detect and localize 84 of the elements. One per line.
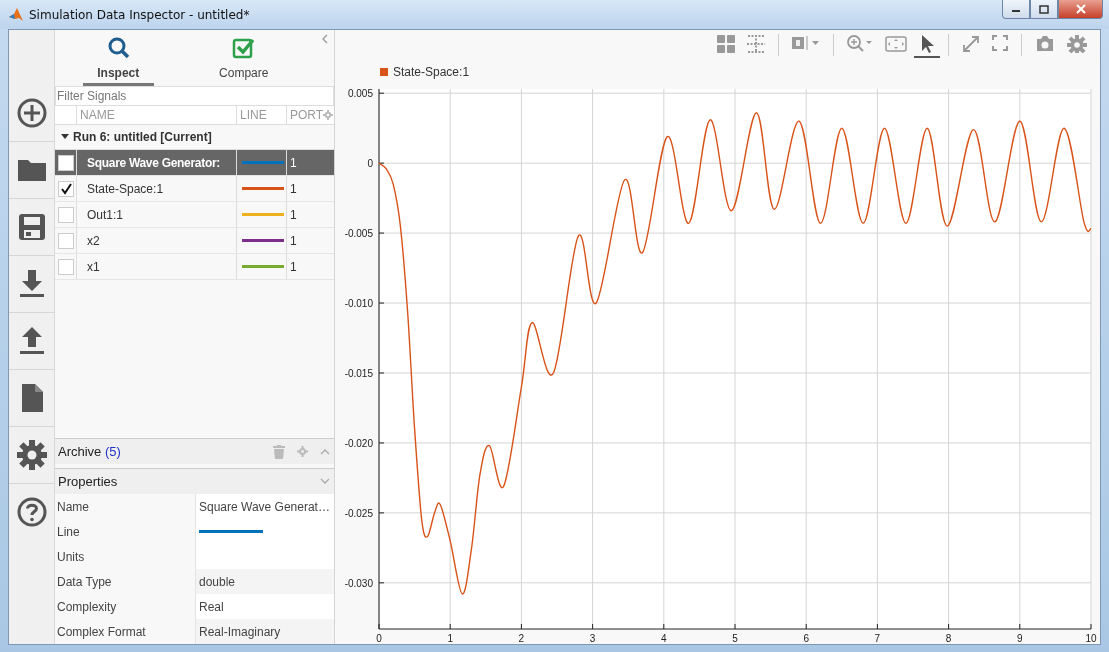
x-tick-label: 2 bbox=[518, 633, 525, 642]
port-number: 1 bbox=[290, 181, 297, 196]
y-tick-label: -0.025 bbox=[344, 507, 373, 519]
maximize-icon bbox=[1039, 4, 1049, 14]
signal-name: x1 bbox=[87, 259, 100, 274]
signal-name: Square Wave Generator: bbox=[87, 155, 220, 170]
property-name: Data Type bbox=[57, 574, 112, 589]
camera-icon bbox=[1035, 35, 1055, 53]
x-tick-label: 7 bbox=[874, 633, 881, 642]
help-icon[interactable] bbox=[15, 496, 48, 528]
signal-name: Out1:1 bbox=[87, 207, 124, 222]
y-tick-label: -0.020 bbox=[344, 437, 373, 449]
close-icon bbox=[1075, 4, 1086, 14]
chevron-icon[interactable] bbox=[320, 448, 330, 455]
search-icon bbox=[106, 36, 130, 59]
property-name: Units bbox=[57, 549, 85, 564]
x-tick-label: 10 bbox=[1085, 633, 1097, 642]
subplot-icon bbox=[792, 35, 820, 53]
x-tick-label: 9 bbox=[1017, 633, 1023, 642]
window-title: Simulation Data Inspector - untitled* bbox=[29, 7, 250, 22]
signal-row[interactable]: x1 1 bbox=[55, 254, 334, 280]
y-tick-label: 0 bbox=[367, 158, 373, 170]
x-tick-label: 4 bbox=[661, 633, 667, 642]
y-tick-label: -0.010 bbox=[344, 298, 373, 310]
chevron-icon[interactable] bbox=[320, 478, 330, 485]
run-label[interactable]: Run 6: untitled [Current] bbox=[73, 130, 212, 144]
checkbox[interactable] bbox=[57, 206, 74, 223]
property-name: Complexity bbox=[57, 599, 117, 614]
property-value: Square Wave Generat… bbox=[199, 499, 330, 514]
cursor-icon bbox=[919, 35, 935, 53]
checkbox-icon bbox=[232, 36, 256, 59]
properties-header[interactable]: Properties bbox=[55, 468, 334, 494]
close-button[interactable] bbox=[1058, 0, 1103, 19]
x-tick-label: 5 bbox=[732, 633, 738, 642]
property-value: Real bbox=[199, 599, 224, 614]
collapse-icon[interactable] bbox=[321, 34, 329, 44]
archive-header[interactable]: Archive (5) bbox=[55, 438, 334, 464]
signal-row[interactable]: Square Wave Generator: 1 bbox=[55, 150, 334, 176]
checkbox[interactable] bbox=[57, 180, 74, 197]
checkbox[interactable] bbox=[57, 258, 74, 275]
zoom-icon bbox=[847, 35, 873, 53]
x-tick-label: 0 bbox=[376, 633, 382, 642]
y-tick-label: 0.005 bbox=[347, 88, 373, 100]
maximize-button[interactable] bbox=[1030, 0, 1058, 19]
signal-row[interactable]: Out1:1 1 bbox=[55, 202, 334, 228]
check-icon bbox=[59, 182, 72, 195]
property-name: Complex Format bbox=[57, 624, 146, 639]
y-tick-label: -0.005 bbox=[344, 228, 373, 240]
trash-icon[interactable] bbox=[273, 444, 285, 459]
signal-row[interactable]: x2 1 bbox=[55, 228, 334, 254]
toolbar-button[interactable] bbox=[914, 32, 940, 58]
signal-row[interactable]: State-Space:1 1 bbox=[55, 176, 334, 202]
x-tick-label: 6 bbox=[803, 633, 809, 642]
property-name: Name bbox=[57, 499, 89, 514]
port-number: 1 bbox=[290, 259, 297, 274]
section-title: Archive (5) bbox=[58, 444, 121, 459]
checkbox[interactable] bbox=[57, 232, 74, 249]
fullscreen-icon bbox=[992, 35, 1008, 53]
layout-icon bbox=[717, 35, 735, 53]
minimize-button[interactable] bbox=[1002, 0, 1030, 19]
grid-icon bbox=[747, 35, 765, 53]
tab[interactable]: Compare bbox=[208, 30, 279, 86]
x-tick-label: 3 bbox=[589, 633, 596, 642]
y-tick-label: -0.015 bbox=[344, 368, 373, 379]
x-tick-label: 8 bbox=[945, 633, 952, 642]
port-number: 1 bbox=[290, 207, 297, 222]
fit-icon bbox=[885, 35, 907, 53]
y-tick-label: -0.030 bbox=[344, 577, 373, 589]
property-value: Real-Imaginary bbox=[199, 624, 281, 639]
signal-name: State-Space:1 bbox=[87, 181, 164, 196]
checkbox[interactable] bbox=[57, 154, 74, 171]
logo-icon bbox=[8, 6, 24, 23]
property-name: Line bbox=[57, 524, 80, 539]
expand-icon bbox=[962, 35, 980, 53]
port-number: 1 bbox=[290, 155, 297, 170]
filter-field[interactable]: Filter Signals bbox=[55, 86, 334, 106]
property-value: double bbox=[199, 574, 236, 589]
section-title: Properties bbox=[58, 474, 118, 489]
port-number: 1 bbox=[290, 233, 297, 248]
add-icon[interactable] bbox=[15, 97, 48, 129]
signal-name: x2 bbox=[87, 233, 100, 248]
x-tick-label: 1 bbox=[447, 633, 453, 642]
caret-icon[interactable] bbox=[61, 134, 69, 140]
legend-label: State-Space:1 bbox=[393, 65, 470, 79]
